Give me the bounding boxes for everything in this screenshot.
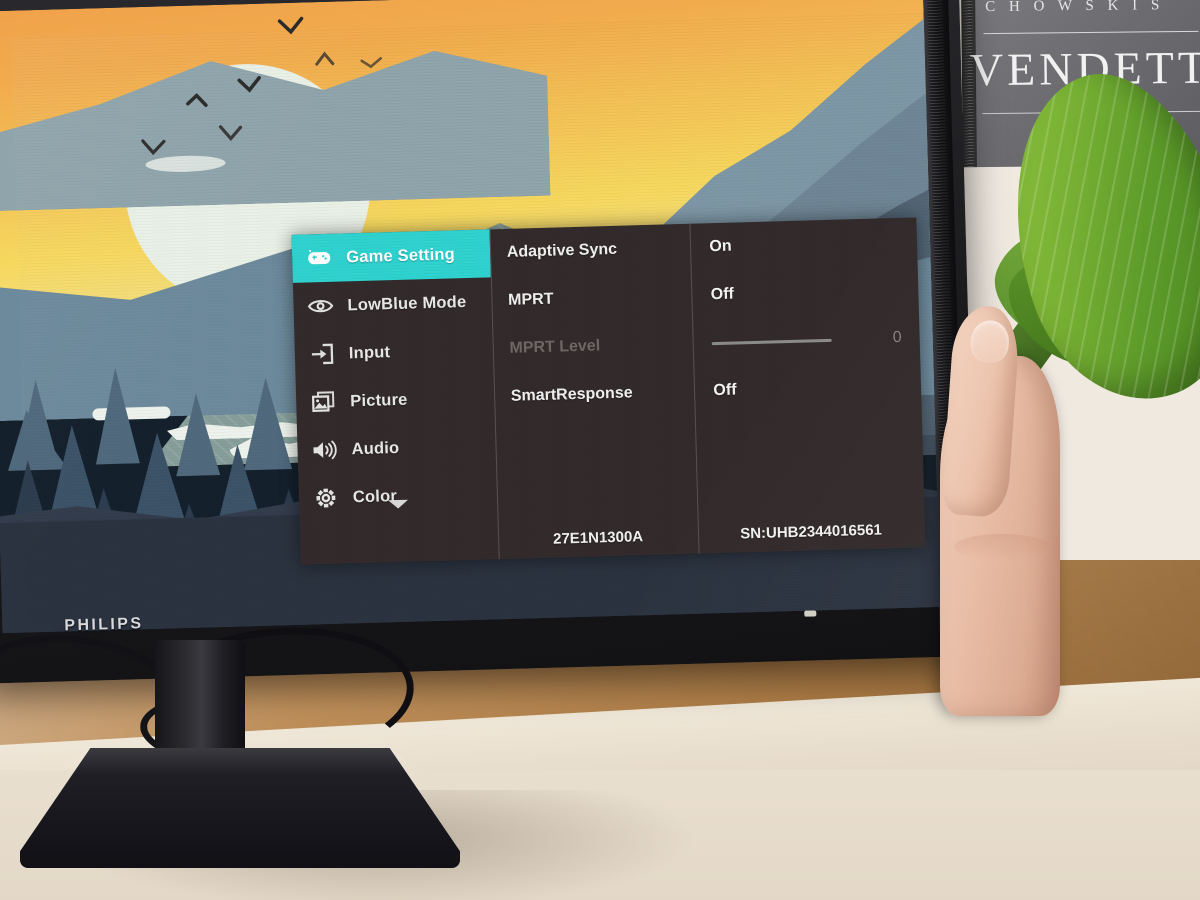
option-adaptive-sync[interactable]: Adaptive Sync — [490, 224, 691, 278]
hand — [940, 296, 1070, 716]
sidebar-item-input[interactable]: Input — [294, 325, 493, 379]
value-text: Off — [713, 381, 737, 400]
slider-value: 0 — [892, 328, 902, 347]
thumb-nail — [969, 319, 1011, 364]
value-text: Off — [710, 285, 735, 304]
speaker-icon — [311, 438, 338, 463]
brand-logo: PHILIPS — [64, 615, 144, 635]
option-label: MPRT Level — [509, 337, 601, 357]
option-label: Adaptive Sync — [506, 240, 618, 261]
gamepad-icon — [306, 246, 333, 271]
option-mprt[interactable]: MPRT — [492, 272, 693, 326]
option-mprt-level: MPRT Level — [493, 320, 694, 374]
sidebar-item-label: Game Setting — [345, 244, 456, 266]
osd-menu[interactable]: Game Setting LowBlue Mode Input Picture … — [291, 217, 926, 565]
eye-icon — [307, 294, 334, 319]
hand-knuckle-shading — [954, 534, 1050, 560]
value-adaptive-sync[interactable]: On — [691, 217, 918, 271]
monitor-stand-base-highlight — [55, 748, 425, 774]
monitor: Game Setting LowBlue Mode Input Picture … — [0, 0, 978, 684]
option-smartresponse[interactable]: SmartResponse — [494, 368, 695, 422]
picture-icon — [310, 390, 337, 415]
value-smartresponse[interactable]: Off — [695, 361, 922, 415]
sidebar-item-audio[interactable]: Audio — [297, 421, 496, 475]
sidebar-item-label: Picture — [349, 390, 408, 410]
sidebar-item-label: Input — [348, 342, 391, 362]
chevron-down-icon — [388, 499, 408, 509]
monitor-screen: Game Setting LowBlue Mode Input Picture … — [0, 0, 941, 634]
power-led — [804, 610, 817, 617]
sidebar-item-lowblue-mode[interactable]: LowBlue Mode — [293, 277, 492, 331]
value-mprt[interactable]: Off — [692, 265, 919, 319]
sidebar-item-label: Audio — [351, 438, 400, 458]
value-text: On — [709, 237, 732, 256]
sidebar-item-label: LowBlue Mode — [347, 292, 467, 314]
poster-subtitle: C H O W S K I S — [985, 0, 1165, 16]
poster-divider-top — [983, 30, 1199, 35]
serial-number: SN:UHB2344016561 — [739, 521, 883, 543]
option-label: MPRT — [507, 290, 554, 309]
model-number: 27E1N1300A — [552, 528, 644, 548]
input-arrow-icon — [309, 342, 336, 367]
option-label: SmartResponse — [510, 384, 633, 405]
sidebar-item-game-setting[interactable]: Game Setting — [291, 229, 491, 283]
slider-track[interactable] — [712, 338, 833, 345]
sidebar-item-picture[interactable]: Picture — [296, 373, 495, 427]
photo-scene: C H O W S K I S VENDETTA Game Setting Lo… — [0, 0, 1200, 900]
value-mprt-level-slider[interactable]: 0 — [693, 313, 920, 367]
